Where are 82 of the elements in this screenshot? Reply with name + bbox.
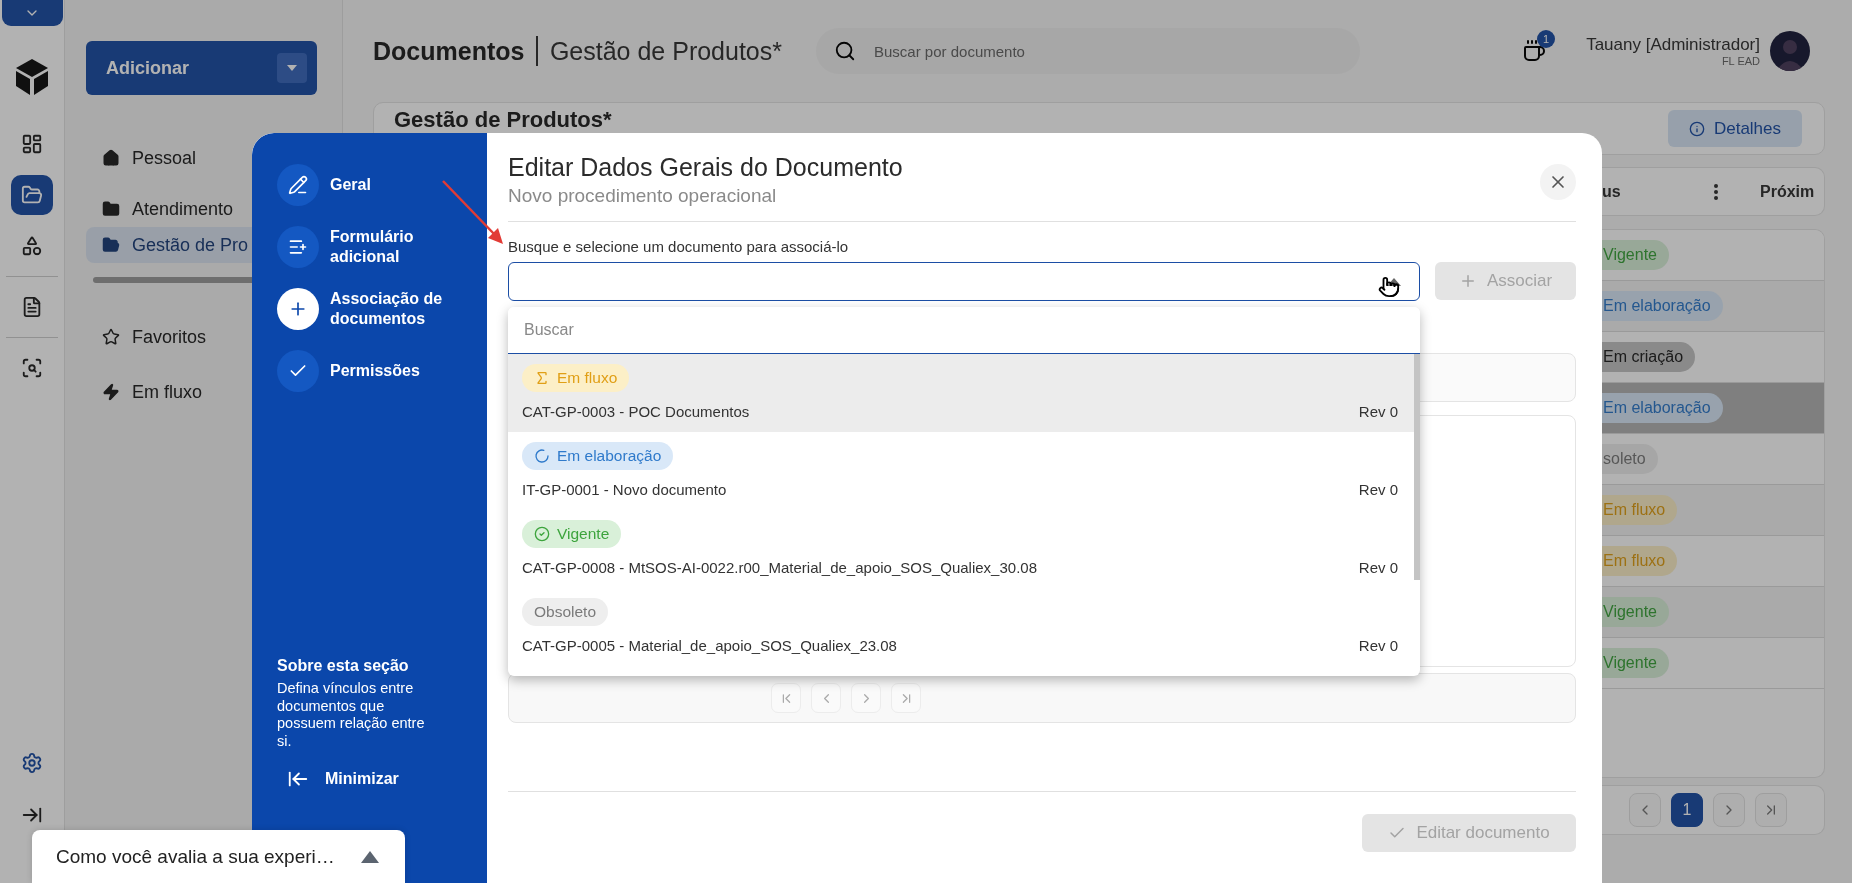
revision-label: Rev 0	[1358, 636, 1398, 656]
document-select-field[interactable]	[508, 262, 1420, 301]
dashboard-icon	[21, 133, 43, 155]
shapes-icon	[21, 235, 43, 257]
list-plus-icon	[288, 237, 308, 257]
pencil-icon	[288, 175, 308, 195]
last-page-button[interactable]	[1755, 793, 1787, 827]
triangle-up-icon	[361, 850, 379, 863]
status-tag: Em elaboração	[1602, 291, 1723, 321]
page-button[interactable]: 1	[1671, 793, 1703, 827]
search-field[interactable]: Buscar por documento	[872, 41, 1342, 61]
section-title: Gestão de Produtos*	[394, 107, 612, 133]
status-tag: Vigente	[1602, 240, 1669, 270]
search-bar[interactable]: Buscar por documento	[816, 28, 1360, 74]
status-icon	[534, 370, 550, 386]
minimize-button[interactable]: Minimizar	[277, 768, 473, 790]
status-icon	[534, 526, 550, 542]
scan-search-icon	[21, 357, 43, 379]
step-label[interactable]: Associação de documentos	[330, 289, 473, 329]
house-icon	[102, 149, 120, 167]
caret-down-icon	[287, 65, 297, 71]
rail-button[interactable]	[11, 175, 53, 215]
status-tag: Em criação	[1602, 342, 1696, 372]
dropdown-option[interactable]: Obsoleto CAT-GP-0005 - Material_de_apoio_SOS_Qualiex_23.08 Rev 0	[508, 588, 1420, 666]
column-header[interactable]: Próxim	[1760, 182, 1824, 201]
folder-icon	[102, 200, 120, 218]
status-tag: Vigente	[1602, 597, 1669, 627]
folder-icon	[102, 236, 120, 254]
status-tag: Obsoleto	[522, 598, 609, 626]
status-tag: soleto	[1602, 444, 1658, 474]
dialog-title: Editar Dados Gerais do Documento	[508, 152, 903, 183]
document-title: CAT-GP-0003 - POC Documentos	[522, 402, 750, 422]
nav-item[interactable]: Pessoal	[86, 140, 342, 176]
feedback-prompt: Como você avalia a sua experi…	[56, 845, 335, 868]
details-button[interactable]: Detalhes	[1668, 110, 1802, 147]
bolt-icon	[102, 383, 120, 401]
help-text: Defina vínculos entre documentos que possuem relação entre si.	[277, 680, 426, 750]
step-button[interactable]	[277, 226, 319, 268]
dropdown-search-field[interactable]: Buscar	[508, 307, 1420, 354]
revision-label: Rev 0	[1358, 402, 1398, 422]
status-tag: Em fluxo	[1602, 495, 1678, 525]
revision-label: Rev 0	[1358, 480, 1398, 500]
dropdown-option[interactable]: Vigente CAT-GP-0008 - MtSOS-AI-0022.r00_Material_de_apoio_SOS_Qualiex_30.08 Rev 0	[508, 510, 1420, 588]
step-button[interactable]	[277, 288, 319, 330]
document-title: CAT-GP-0005 - Material_de_apoio_SOS_Qualiex_23.08	[522, 636, 897, 656]
step-button[interactable]	[277, 164, 319, 206]
scrollbar-thumb[interactable]	[1414, 354, 1420, 580]
field-label: Busque e selecione um documento para associá-lo	[508, 238, 850, 256]
step-label[interactable]: Permissões	[330, 361, 420, 381]
document-icon	[21, 296, 43, 318]
caret-up-icon	[1387, 277, 1401, 286]
document-title: CAT-GP-0008 - MtSOS-AI-0022.r00_Material_de_apoio_SOS_Qualiex_30.08	[522, 558, 1037, 578]
status-tag: Em elaboração	[522, 442, 674, 470]
annotation-arrow	[440, 178, 506, 246]
folder-icon	[21, 184, 43, 206]
menu-toggle-button[interactable]	[1, 0, 63, 26]
info-icon	[1688, 120, 1705, 137]
page-title: Documentos	[373, 36, 525, 66]
star-icon	[102, 328, 120, 346]
status-tag: Vigente	[1602, 648, 1669, 678]
close-button[interactable]	[1540, 164, 1576, 200]
document-title: IT-GP-0001 - Novo documento	[522, 480, 727, 500]
revision-label: Rev 0	[1358, 558, 1398, 578]
feedback-toast[interactable]: Como você avalia a sua experi…	[32, 830, 405, 883]
page-subtitle: Gestão de Produtos*	[549, 36, 782, 66]
more-icon[interactable]	[1714, 183, 1718, 200]
status-tag: Em elaboração	[1602, 393, 1723, 423]
column-header[interactable]: us	[1602, 182, 1714, 201]
add-button[interactable]: Adicionar	[86, 41, 317, 95]
status-tag: Vigente	[522, 520, 622, 548]
status-tag: Em fluxo	[522, 364, 630, 392]
help-title: Sobre esta seção	[277, 657, 410, 675]
user-name: Tauany [Administrador]	[1586, 35, 1760, 55]
user-organization: FL EAD	[1721, 55, 1760, 67]
search-icon	[834, 40, 856, 62]
notification-badge: 1	[1537, 30, 1556, 48]
hand-cursor-icon	[1378, 276, 1400, 298]
status-tag: Em fluxo	[1602, 546, 1678, 576]
status-icon	[534, 448, 550, 464]
settings-icon	[21, 752, 43, 774]
dialog-subtitle: Novo procedimento operacional	[508, 184, 778, 208]
avatar[interactable]	[1770, 31, 1810, 71]
